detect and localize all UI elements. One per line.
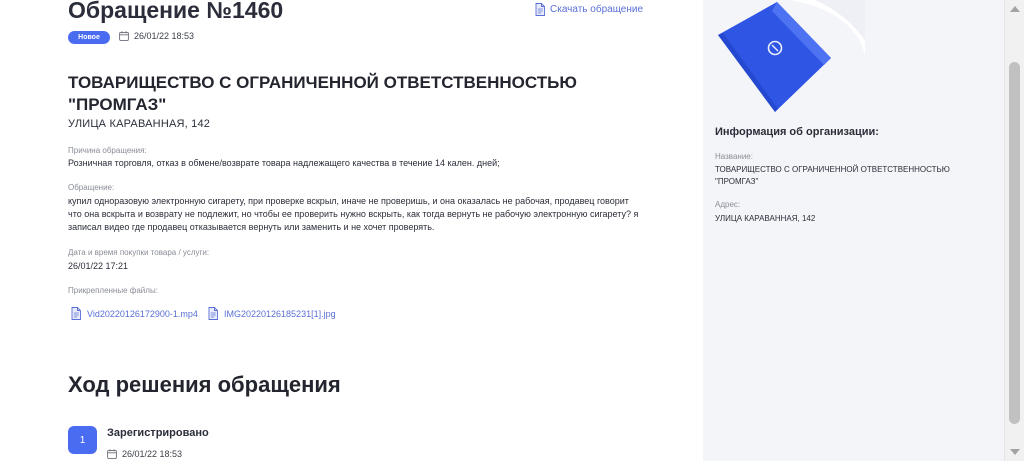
attachment-name: Vid20220126172900-1.mp4 [87, 308, 198, 319]
attachment-link[interactable]: Vid20220126172900-1.mp4 [71, 307, 198, 320]
file-icon [208, 307, 218, 320]
request-main-panel: Обращение №1460 Скачать обращение Новое … [0, 0, 703, 461]
organization-sidebar: Информация об организации: Название: ТОВ… [703, 0, 1004, 461]
reason-label: Причина обращения: [68, 146, 147, 155]
org-address-value: УЛИЦА КАРАВАННАЯ, 142 [715, 214, 816, 223]
scroll-down-arrow-icon[interactable] [1010, 449, 1020, 455]
attachment-name: IMG20220126185231[1].jpg [224, 308, 336, 319]
request-date-value: 26/01/22 18:53 [134, 31, 195, 41]
org-name-value: ТОВАРИЩЕСТВО С ОГРАНИЧЕННОЙ ОТВЕТСТВЕННО… [715, 165, 950, 186]
org-name-label: Название: [715, 152, 753, 161]
purchase-date-value: 26/01/22 17:21 [68, 261, 129, 271]
attachment-link[interactable]: IMG20220126185231[1].jpg [208, 307, 336, 320]
page-scrollbar[interactable] [1004, 0, 1024, 461]
request-date: 26/01/22 18:53 [119, 31, 194, 41]
file-icon [71, 307, 81, 320]
calendar-icon [107, 449, 117, 459]
progress-section-title: Ход решения обращения [68, 372, 341, 397]
document-icon [535, 3, 545, 16]
org-address-label: Адрес: [715, 200, 741, 209]
request-text-label: Обращение: [68, 183, 115, 192]
organization-name: ТОВАРИЩЕСТВО С ОГРАНИЧЕННОЙ ОТВЕТСТВЕННО… [68, 73, 577, 114]
scroll-up-arrow-icon[interactable] [1010, 6, 1020, 12]
step-date: 26/01/22 18:53 [107, 449, 182, 459]
download-request-label: Скачать обращение [550, 4, 644, 15]
purchase-date-label: Дата и время покупки товара / услуги: [68, 248, 210, 257]
status-badge: Новое [68, 31, 110, 44]
step-date-value: 26/01/22 18:53 [122, 449, 183, 459]
organization-address: УЛИЦА КАРАВАННАЯ, 142 [68, 118, 211, 130]
organization-info-title: Информация об организации: [715, 126, 879, 138]
calendar-icon [119, 31, 129, 41]
step-label: Зарегистрировано [107, 427, 209, 439]
attachments-label: Прикрепленные файлы: [68, 286, 158, 295]
scrollbar-thumb[interactable] [1009, 62, 1020, 424]
step-number-badge: 1 [68, 426, 97, 454]
download-request-link[interactable]: Скачать обращение [535, 3, 643, 16]
reason-value: Розничная торговля, отказ в обмене/возвр… [68, 158, 500, 168]
page-title: Обращение №1460 [68, 0, 284, 23]
folder-illustration [718, 0, 865, 112]
request-text-value: купил одноразовую электронную сигарету, … [68, 196, 639, 232]
